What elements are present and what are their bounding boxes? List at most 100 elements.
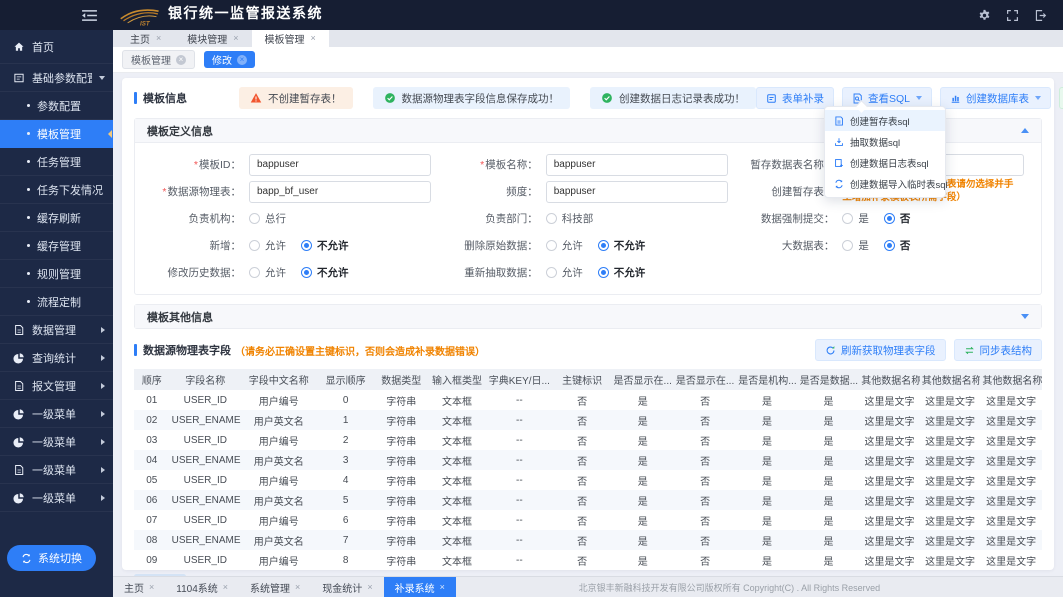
force-submit-option[interactable]: 是 <box>842 211 869 226</box>
breadcrumb-chip-bar: 模板管理× 修改× <box>113 47 1063 73</box>
table-cell: 文本框 <box>428 530 486 550</box>
template-id-input[interactable] <box>249 154 431 176</box>
logout-icon[interactable] <box>1034 9 1047 22</box>
close-tab-icon[interactable]: × <box>295 583 300 592</box>
close-tab-icon[interactable]: × <box>149 583 154 592</box>
close-tab-icon[interactable]: × <box>440 583 445 592</box>
bottom-tab-supplement-system[interactable]: 补录系统× <box>384 577 456 597</box>
menu-item-create-data-log-table-sql[interactable]: 创建数据日志表sql <box>825 152 945 173</box>
save-button[interactable]: 保存 <box>1059 87 1063 109</box>
sidebar-item-label: 一级菜单 <box>32 490 76 506</box>
sidebar-item-param-config[interactable]: 参数配置 <box>0 92 113 120</box>
create-db-table-button[interactable]: 创建数据库表 <box>940 87 1051 109</box>
collapse-down-icon[interactable] <box>1021 314 1029 319</box>
bullet-icon <box>27 160 30 163</box>
fullscreen-icon[interactable] <box>1006 9 1019 22</box>
settings-gear-icon[interactable] <box>978 9 991 22</box>
stash-sql-icon <box>834 116 844 126</box>
table-row[interactable]: 05USER_ID用户编号4字符串文本框--否是否是是这里是文字这里是文字这里是… <box>134 470 1042 490</box>
sidebar-item-menu-1[interactable]: 一级菜单 <box>0 400 113 428</box>
sidebar-item-message-mgmt[interactable]: 报文管理 <box>0 372 113 400</box>
re-extract-option[interactable]: 允许 <box>546 265 583 280</box>
template-name-input[interactable] <box>546 154 728 176</box>
table-row[interactable]: 04USER_ENAME用户英文名3字符串文本框--否是否是是这里是文字这里是文… <box>134 450 1042 470</box>
table-cell: USER_ID <box>170 510 241 530</box>
close-tab-icon[interactable]: × <box>156 34 161 43</box>
breadcrumb-chip-template-mgmt[interactable]: 模板管理× <box>122 50 195 69</box>
table-cell: 用户英文名 <box>241 490 317 510</box>
close-chip-icon[interactable]: × <box>237 55 247 65</box>
system-switch-button[interactable]: 系统切换 <box>7 545 96 571</box>
sidebar-item-rule-mgmt[interactable]: 规则管理 <box>0 260 113 288</box>
logo-text: IST <box>140 21 151 27</box>
sidebar-item-process-custom[interactable]: 流程定制 <box>0 288 113 316</box>
sidebar-item-task-dispatch[interactable]: 任务下发情况 <box>0 176 113 204</box>
sidebar-item-base-params[interactable]: 基础参数配置 <box>0 64 113 92</box>
title-accent-bar <box>134 92 137 104</box>
sidebar-item-cache-mgmt[interactable]: 缓存管理 <box>0 232 113 260</box>
allow-add-option[interactable]: 允许 <box>249 238 286 253</box>
frequency-input[interactable] <box>546 181 728 203</box>
big-data-table-option[interactable]: 是 <box>842 238 869 253</box>
bottom-tab-system-mgmt[interactable]: 系统管理× <box>239 577 311 597</box>
responsible-org-option[interactable]: 总行 <box>249 211 286 226</box>
sidebar-item-menu-2[interactable]: 一级菜单 <box>0 428 113 456</box>
allow-delete-raw-option[interactable]: 允许 <box>546 238 583 253</box>
sidebar-item-menu-3[interactable]: 一级菜单 <box>0 456 113 484</box>
radio-label: 不允许 <box>614 238 646 253</box>
bottom-tab-home[interactable]: 主页× <box>113 577 165 597</box>
close-tab-icon[interactable]: × <box>311 34 316 43</box>
radio-icon <box>546 213 557 224</box>
sidebar-item-query-stats[interactable]: 查询统计 <box>0 344 113 372</box>
menu-item-create-import-temp-table-sql[interactable]: 创建数据导入临时表sql <box>825 173 945 194</box>
table-row[interactable]: 06USER_ENAME用户英文名5字符串文本框--否是否是是这里是文字这里是文… <box>134 490 1042 510</box>
tab-template-mgmt[interactable]: 模板管理× <box>252 30 329 47</box>
alert-success: 创建数据日志记录表成功！ <box>590 87 756 109</box>
close-tab-icon[interactable]: × <box>223 583 228 592</box>
alert-success: 数据源物理表字段信息保存成功！ <box>373 87 571 109</box>
modify-history-option[interactable]: 允许 <box>249 265 286 280</box>
menu-item-create-stash-table-sql[interactable]: 创建暂存表sql <box>825 110 945 131</box>
sidebar-item-cache-refresh[interactable]: 缓存刷新 <box>0 204 113 232</box>
chevron-right-icon <box>101 495 105 501</box>
bottom-tab-system-1104[interactable]: 1104系统× <box>165 577 239 597</box>
form-supplement-button[interactable]: 表单补录 <box>756 87 834 109</box>
sidebar-item-menu-4[interactable]: 一级菜单 <box>0 484 113 512</box>
bottom-tab-cash-stats[interactable]: 现金统计× <box>311 577 383 597</box>
re-extract-option[interactable]: 不允许 <box>598 265 646 280</box>
table-row[interactable]: 09USER_ID用户编号8字符串文本框--否是否是是这里是文字这里是文字这里是… <box>134 550 1042 570</box>
breadcrumb-chip-edit[interactable]: 修改× <box>204 51 255 68</box>
big-data-table-option[interactable]: 否 <box>884 238 911 253</box>
collapse-up-icon[interactable] <box>1021 128 1029 133</box>
responsible-dept-option[interactable]: 科技部 <box>546 211 594 226</box>
table-cell: 02 <box>134 410 170 430</box>
close-tab-icon[interactable]: × <box>233 34 238 43</box>
table-row[interactable]: 07USER_ID用户编号6字符串文本框--否是否是是这里是文字这里是文字这里是… <box>134 510 1042 530</box>
sidebar-item-label: 首页 <box>32 39 54 55</box>
tab-module-mgmt[interactable]: 模块管理× <box>174 30 251 47</box>
close-tab-icon[interactable]: × <box>367 583 372 592</box>
sidebar-item-data-mgmt[interactable]: 数据管理 <box>0 316 113 344</box>
fields-section-title: 数据源物理表字段 <box>134 342 231 358</box>
sync-structure-button[interactable]: 同步表结构 <box>954 339 1043 361</box>
bullet-icon <box>27 272 30 275</box>
force-submit-option[interactable]: 否 <box>884 211 911 226</box>
refresh-fields-button[interactable]: 刷新获取物理表字段 <box>815 339 946 361</box>
menu-item-extract-data-sql[interactable]: 抽取数据sql <box>825 131 945 152</box>
table-cell: 是 <box>612 490 674 510</box>
sidebar-item-template-mgmt[interactable]: 模板管理 <box>0 120 113 148</box>
table-row[interactable]: 01USER_ID用户编号0字符串文本框--否是否是是这里是文字这里是文字这里是… <box>134 390 1042 410</box>
allow-delete-raw-option[interactable]: 不允许 <box>598 238 646 253</box>
sidebar-item-home[interactable]: 首页 <box>0 30 113 64</box>
table-cell: USER_ENAME <box>170 450 241 470</box>
tab-home[interactable]: 主页× <box>117 30 174 47</box>
close-chip-icon[interactable]: × <box>176 55 186 65</box>
table-row[interactable]: 03USER_ID用户编号2字符串文本框--否是否是是这里是文字这里是文字这里是… <box>134 430 1042 450</box>
sidebar-item-task-mgmt[interactable]: 任务管理 <box>0 148 113 176</box>
table-row[interactable]: 02USER_ENAME用户英文名1字符串文本框--否是否是是这里是文字这里是文… <box>134 410 1042 430</box>
modify-history-option[interactable]: 不允许 <box>301 265 349 280</box>
table-row[interactable]: 08USER_ENAME用户英文名7字符串文本框--否是否是是这里是文字这里是文… <box>134 530 1042 550</box>
source-physical-table-input[interactable] <box>249 181 431 203</box>
allow-add-option[interactable]: 不允许 <box>301 238 349 253</box>
collapse-sidebar-icon[interactable] <box>81 9 98 22</box>
